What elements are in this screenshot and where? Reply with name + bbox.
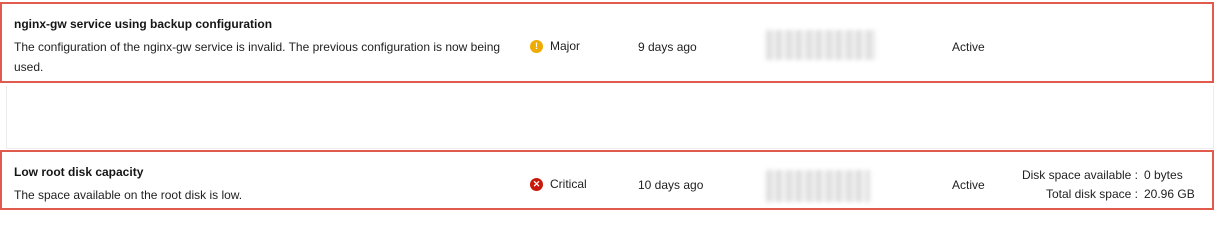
redacted-source <box>766 30 876 60</box>
detail-line: Disk space available : 0 bytes <box>1012 166 1196 185</box>
alert-details: Disk space available : 0 bytes Total dis… <box>1012 166 1196 204</box>
redacted-source <box>766 170 870 202</box>
alert-status: Active <box>952 40 985 54</box>
alert-time: 10 days ago <box>638 178 704 192</box>
alert-row[interactable]: Low root disk capacity The space availab… <box>0 150 1214 210</box>
alert-status: Active <box>952 178 985 192</box>
detail-label: Disk space available : <box>1021 168 1138 182</box>
severity-cell: ✕ Critical <box>530 177 587 191</box>
alert-title[interactable]: Low root disk capacity <box>14 165 143 179</box>
detail-line: Total disk space : 20.96 GB <box>1012 185 1196 204</box>
detail-value: 0 bytes <box>1144 168 1183 182</box>
exclamation-circle-icon: ! <box>530 39 543 53</box>
severity-label: Major <box>550 39 581 53</box>
times-circle-icon: ✕ <box>530 177 543 191</box>
detail-value: 20.96 GB <box>1144 187 1195 201</box>
alert-time: 9 days ago <box>638 40 697 54</box>
row-divider <box>6 86 1214 149</box>
alert-title[interactable]: nginx-gw service using backup configurat… <box>14 17 272 31</box>
alert-row[interactable]: nginx-gw service using backup configurat… <box>0 2 1214 83</box>
severity-label: Critical <box>550 177 587 191</box>
severity-cell: ! Major <box>530 39 580 53</box>
alert-description: The configuration of the nginx-gw servic… <box>14 40 501 74</box>
detail-label: Total disk space : <box>1045 187 1138 201</box>
alert-description: The space available on the root disk is … <box>14 188 243 202</box>
